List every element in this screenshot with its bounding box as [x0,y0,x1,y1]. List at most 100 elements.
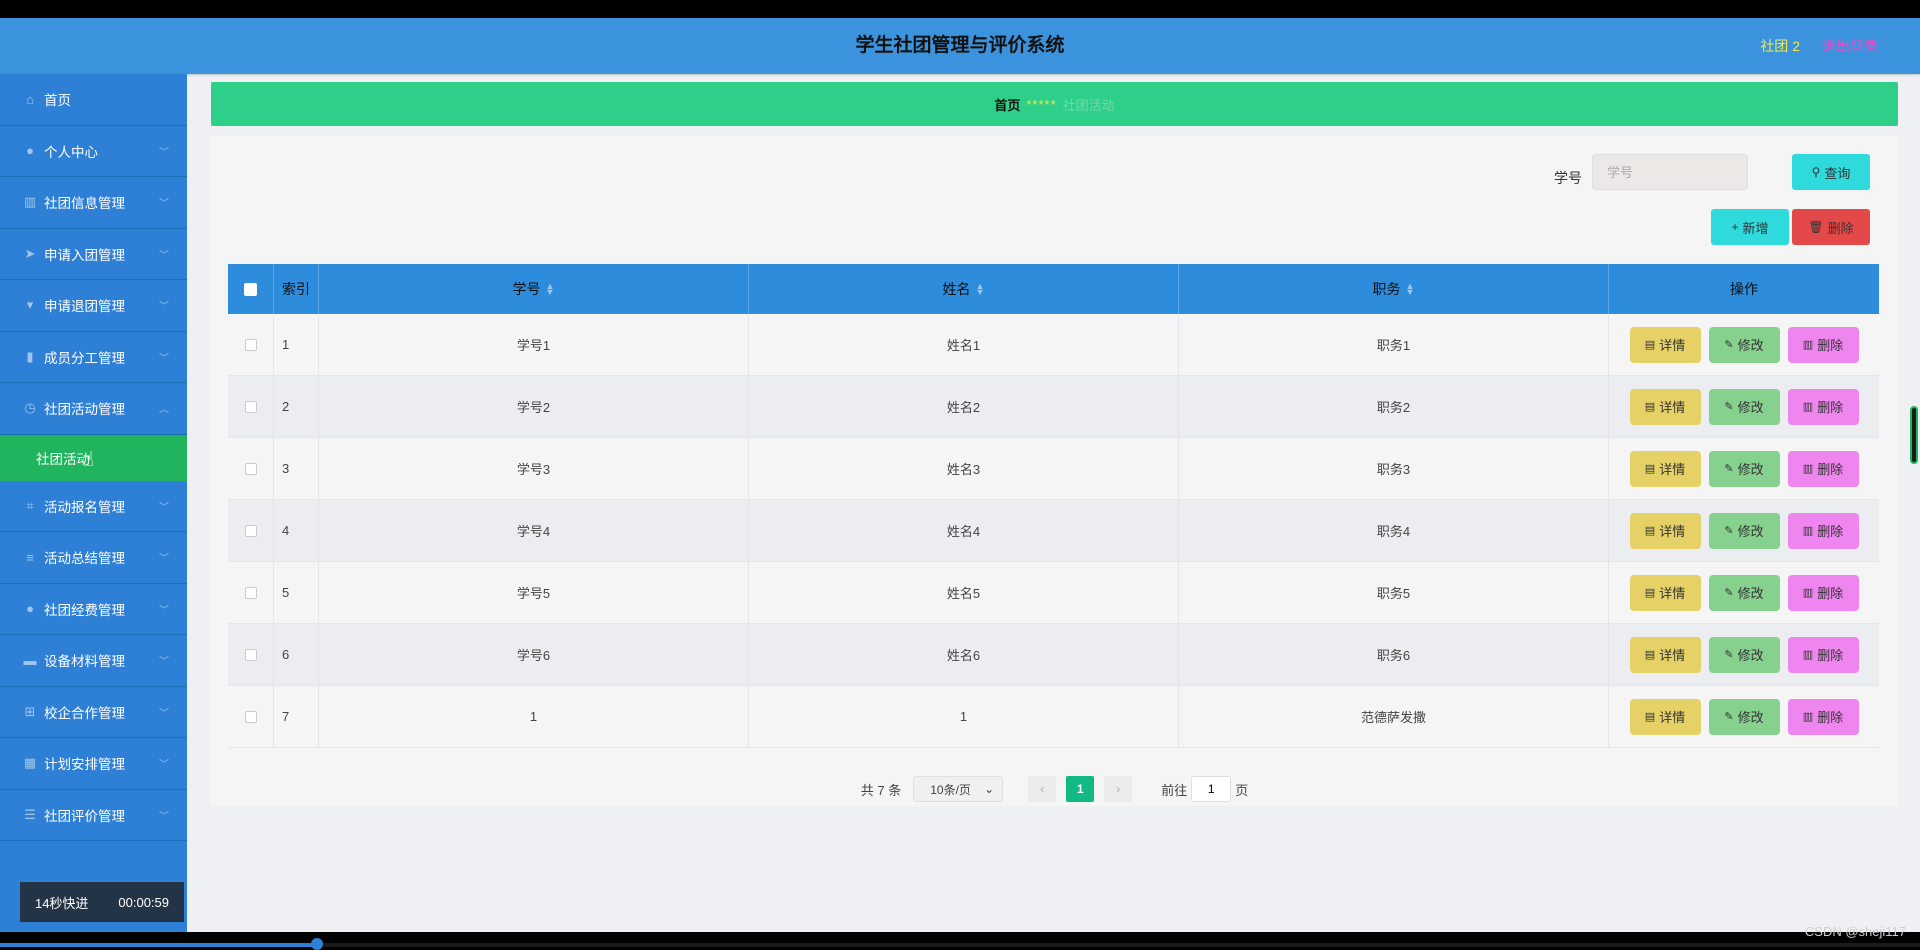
edit-button[interactable]: ✎ 修改 [1708,636,1780,673]
header-name[interactable]: 姓名 ▲ ▼ [749,264,1179,314]
detail-button[interactable]: ▤ 详情 [1629,574,1701,611]
goto-page: 前往 页 [1161,776,1248,802]
row-checkbox[interactable] [244,338,257,351]
chevron-down-icon: ﹀ [159,708,169,720]
delete-button[interactable]: ▥ 删除 [1787,388,1859,425]
sidebar-item-label: 社团信息管理 [44,196,125,212]
goto-page-input[interactable] [1191,776,1232,802]
detail-button[interactable]: ▤ 详情 [1629,388,1701,425]
edit-button[interactable]: ✎ 修改 [1708,326,1780,363]
edit-button[interactable]: ✎ 修改 [1708,388,1780,425]
detail-button-label: 详情 [1659,338,1686,353]
sidebar-item-label: 首页 [44,93,71,109]
sidebar-item[interactable]: ▾ 申请退团管理 ﹀ [0,280,187,332]
detail-button[interactable]: ▤ 详情 [1629,450,1701,487]
detail-button-label: 详情 [1659,524,1686,539]
next-page-button[interactable]: › [1104,776,1133,802]
sidebar-item[interactable]: ⌗ 活动报名管理 ﹀ [0,481,187,532]
table-row: 4 学号4 姓名4 职务4 ▤ 详情 ✎ 修改 ▥ 删除 [228,500,1879,562]
chevron-down-icon: ﹀ [159,656,169,668]
row-checkbox[interactable] [244,400,257,413]
pencil-icon: ✎ [1724,401,1734,413]
edit-button-label: 修改 [1737,586,1764,601]
detail-button[interactable]: ▤ 详情 [1629,512,1701,549]
system-title: 学生社团管理与评价系统 [855,35,1065,56]
sidebar-item[interactable]: ⌂ 首页 [0,74,187,126]
edit-button[interactable]: ✎ 修改 [1708,512,1780,549]
grid-icon: ⊞ [24,703,36,719]
cell-operations: ▤ 详情 ✎ 修改 ▥ 删除 [1609,438,1879,499]
sidebar-item[interactable]: ▦ 计划安排管理 ﹀ [0,738,187,790]
cell-name: 1 [749,686,1179,747]
sidebar-item[interactable]: ▮ 成员分工管理 ﹀ [0,332,187,383]
header-operations: 操作 [1609,264,1879,314]
list-icon: ≡ [26,549,34,565]
cell-operations: ▤ 详情 ✎ 修改 ▥ 删除 [1609,376,1879,437]
delete-button[interactable]: ▥ 删除 [1787,512,1859,549]
sort-icon[interactable]: ▲ ▼ [546,282,555,297]
delete-button[interactable]: ▥ 删除 [1787,698,1859,735]
document-icon: ▤ [1644,649,1656,661]
delete-button[interactable]: ▥ 删除 [1787,326,1859,363]
row-select-cell [228,500,274,561]
chevron-down-icon: ﹀ [159,759,169,771]
edit-button[interactable]: ✎ 修改 [1708,450,1780,487]
sidebar-menu: ⌂ 首页 ● 个人中心 ﹀ ▥ 社团信息管理 ﹀ ➤ 申请入团管理 ﹀ ▾ 申请退团管理 ﹀ ▮ 成员分工管理… [0,74,187,932]
sidebar-item[interactable]: ➤ 申请入团管理 ﹀ [0,229,187,280]
send-icon: ➤ [24,245,36,261]
sidebar-item[interactable]: ● 个人中心 ﹀ [0,126,187,177]
sidebar-item[interactable]: ⊞ 校企合作管理 ﹀ [0,687,187,738]
video-progress-knob[interactable] [310,938,323,950]
sidebar-item-label: 申请退团管理 [44,299,125,315]
breadcrumb-home[interactable]: 首页 [994,95,1020,114]
goto-label: 前往 [1161,782,1188,798]
logout-link[interactable]: 退出登录 [1822,18,1878,74]
row-select-cell [228,562,274,623]
row-checkbox[interactable] [244,462,257,475]
detail-button[interactable]: ▤ 详情 [1629,326,1701,363]
edit-button[interactable]: ✎ 修改 [1708,574,1780,611]
header-student-id[interactable]: 学号 ▲ ▼ [319,264,749,314]
header-student-id-label: 学号 [512,281,541,297]
row-checkbox[interactable] [244,648,257,661]
sidebar-item[interactable]: ▬ 设备材料管理 ﹀ [0,635,187,687]
edit-button-label: 修改 [1737,462,1764,477]
detail-button-label: 详情 [1659,648,1686,663]
scrollbar-thumb[interactable] [1910,406,1918,464]
prev-page-button[interactable]: ‹ [1028,776,1057,802]
delete-button-label: 删除 [1817,462,1844,477]
document-icon: ▤ [1644,587,1656,599]
sort-icon[interactable]: ▲ ▼ [1406,282,1415,297]
select-all-cell [228,264,274,314]
row-checkbox[interactable] [244,710,257,723]
edit-button[interactable]: ✎ 修改 [1708,698,1780,735]
sidebar-item[interactable]: ☰ 社团评价管理 ﹀ [0,790,187,841]
add-button[interactable]: + 新增 [1711,209,1789,245]
page-size-select[interactable]: 10条/页 ⌄ [913,776,1004,802]
detail-button[interactable]: ▤ 详情 [1629,636,1701,673]
delete-button[interactable]: ▥ 删除 [1787,574,1859,611]
sidebar-item[interactable]: ◷ 社团活动管理 ︿ [0,383,187,435]
detail-button[interactable]: ▤ 详情 [1629,698,1701,735]
cell-name: 姓名2 [749,376,1179,437]
page-number-current[interactable]: 1 [1066,776,1095,802]
table-row: 3 学号3 姓名3 职务3 ▤ 详情 ✎ 修改 ▥ 删除 [228,438,1879,500]
query-button[interactable]: ⚲ 查询 [1792,154,1870,190]
sidebar-item[interactable]: ▥ 社团信息管理 ﹀ [0,177,187,229]
table-header: 索引 学号 ▲ ▼ 姓名 ▲ ▼ 职务 ▲ ▼ 操作 [228,264,1879,314]
pencil-icon: ✎ [1724,649,1734,661]
sidebar-item[interactable]: ● 社团经费管理 ﹀ [0,584,187,635]
batch-delete-button[interactable]: 🗑 删除 [1792,209,1870,245]
header-position[interactable]: 职务 ▲ ▼ [1179,264,1609,314]
row-checkbox[interactable] [244,586,257,599]
student-id-search-input[interactable] [1592,154,1748,190]
row-checkbox[interactable] [244,524,257,537]
delete-button[interactable]: ▥ 删除 [1787,636,1859,673]
sort-icon[interactable]: ▲ ▼ [976,282,985,297]
sidebar-item[interactable]: ≡ 活动总结管理 ﹀ [0,532,187,584]
select-all-checkbox[interactable] [244,282,257,296]
video-bottom-letterbox [0,932,1920,950]
cell-name: 姓名1 [749,314,1179,375]
sidebar-subitem-club-activity[interactable]: 社团活动 ☝ [0,434,187,481]
delete-button[interactable]: ▥ 删除 [1787,450,1859,487]
